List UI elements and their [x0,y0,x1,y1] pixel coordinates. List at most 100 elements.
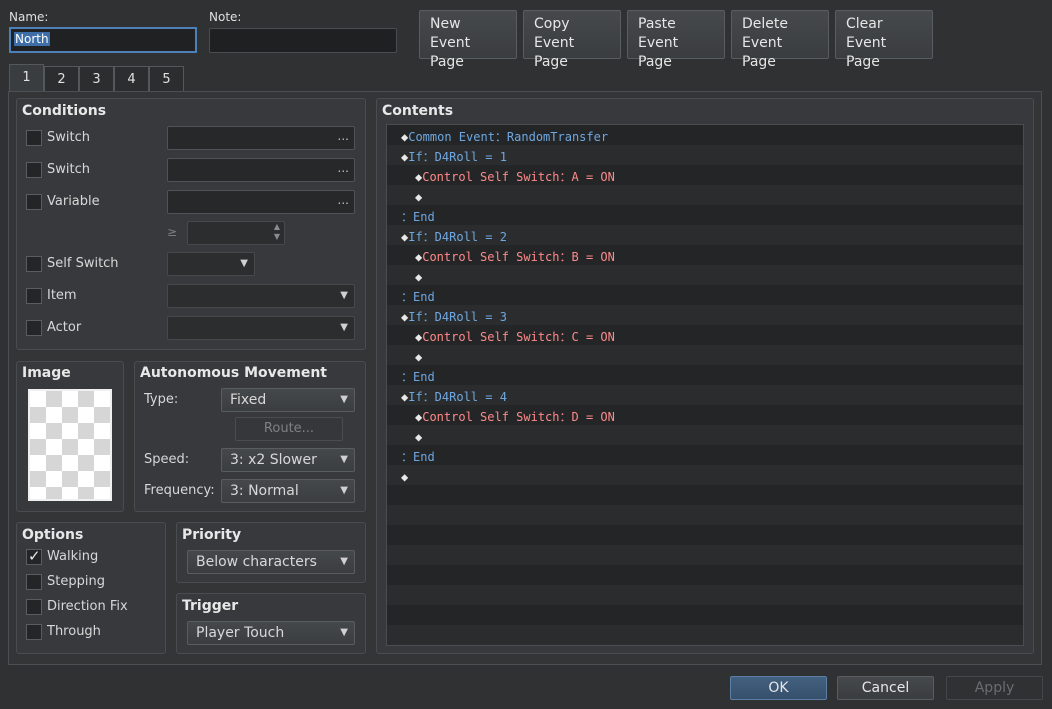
item-select[interactable]: ▼ [167,284,355,308]
variable-label: Variable [47,194,100,209]
command-line[interactable]: ◆Common Event：RandomTransfer [387,127,608,147]
movement-title: Autonomous Movement [140,365,327,381]
command-text: If：D4Roll = 2 [408,230,507,244]
ok-button[interactable]: OK [730,676,827,700]
command-text: Control Self Switch：C = ON [422,330,615,344]
delete-event-page-button[interactable]: Delete Event Page [731,10,829,70]
walking-label: Walking [47,549,99,564]
ge-symbol: ≥ [167,225,178,239]
apply-button[interactable]: Apply [946,676,1043,700]
dots-icon: ... [337,193,349,207]
command-text: If：D4Roll = 1 [408,150,507,164]
item-checkbox[interactable] [26,288,42,304]
note-input[interactable] [209,28,397,53]
copy-event-page-button[interactable]: Copy Event Page [523,10,621,70]
cancel-button[interactable]: Cancel [837,676,934,700]
chevron-down-icon: ▼ [340,556,348,567]
command-line[interactable]: ：End [387,287,435,307]
command-line[interactable]: ◆ [387,467,408,487]
tab-4[interactable]: 4 [114,66,149,92]
trigger-title: Trigger [182,598,239,614]
route-button[interactable]: Route... [235,417,343,441]
command-text: End [413,370,435,384]
switch2-checkbox[interactable] [26,162,42,178]
command-line[interactable]: ◆Control Self Switch：A = ON [387,167,615,187]
through-label: Through [47,624,101,639]
tab-3[interactable]: 3 [79,66,114,92]
switch1-label: Switch [47,130,90,145]
command-line[interactable]: ：End [387,447,435,467]
command-text: End [413,210,435,224]
name-label: Name: [9,10,49,24]
type-label: Type: [144,392,179,407]
spinner-arrows-icon: ▲ ▼ [273,222,280,241]
command-line[interactable]: ◆Control Self Switch：D = ON [387,407,615,427]
chevron-down-icon: ▼ [340,394,348,405]
through-checkbox[interactable] [26,624,42,640]
switch2-label: Switch [47,162,90,177]
tab-1[interactable]: 1 [9,64,44,92]
movement-type-select[interactable]: Fixed ▼ [221,388,355,412]
command-line[interactable]: ：End [387,207,435,227]
command-line[interactable]: ◆Control Self Switch：C = ON [387,327,615,347]
dots-icon: ... [337,129,349,143]
new-event-page-button[interactable]: New Event Page [419,10,517,70]
command-text: If：D4Roll = 3 [408,310,507,324]
command-line[interactable]: ◆ [387,347,422,367]
clear-event-page-button[interactable]: Clear Event Page [835,10,933,70]
command-text: Control Self Switch：D = ON [422,410,615,424]
event-command-list[interactable]: ◆Common Event：RandomTransfer ◆If：D4Roll =… [386,124,1024,646]
actor-select[interactable]: ▼ [167,316,355,340]
stepping-label: Stepping [47,574,105,589]
switch2-picker[interactable]: ... [167,158,355,182]
chevron-down-icon: ▼ [340,627,348,638]
event-image-preview[interactable] [28,389,112,501]
contents-title: Contents [382,103,454,119]
dots-icon: ... [337,161,349,175]
note-label: Note: [209,10,242,24]
chevron-down-icon: ▼ [340,454,348,465]
command-line[interactable]: ◆If：D4Roll = 2 [387,227,507,247]
priority-select[interactable]: Below characters ▼ [187,550,355,574]
actor-label: Actor [47,320,82,335]
command-line[interactable]: ◆ [387,187,422,207]
variable-checkbox[interactable] [26,194,42,210]
command-line[interactable]: ◆If：D4Roll = 1 [387,147,507,167]
self-switch-select[interactable]: ▼ [167,252,255,276]
command-line[interactable]: ◆ [387,427,422,447]
variable-value-spinner[interactable]: ▲ ▼ [187,221,285,245]
name-input[interactable]: North [9,27,197,53]
actor-checkbox[interactable] [26,320,42,336]
command-line[interactable]: ：End [387,367,435,387]
image-title: Image [22,365,71,381]
command-text: End [413,290,435,304]
tab-5[interactable]: 5 [149,66,184,92]
walking-checkbox[interactable] [26,547,42,565]
command-text: Control Self Switch：A = ON [422,170,615,184]
self-switch-checkbox[interactable] [26,256,42,272]
paste-event-page-button[interactable]: Paste Event Page [627,10,725,70]
frequency-label: Frequency: [144,483,215,498]
end-marker: ： [401,210,414,224]
command-line[interactable]: ◆Control Self Switch：B = ON [387,247,615,267]
speed-label: Speed: [144,452,190,467]
trigger-select[interactable]: Player Touch ▼ [187,621,355,645]
diamond-marker-icon: ◆ [415,350,423,364]
conditions-title: Conditions [22,103,107,119]
diamond-marker-icon: ◆ [401,470,409,484]
command-line[interactable]: ◆If：D4Roll = 4 [387,387,507,407]
item-label: Item [47,288,77,303]
switch1-picker[interactable]: ... [167,126,355,150]
direction-fix-checkbox[interactable] [26,599,42,615]
name-value: North [14,32,50,46]
command-line[interactable]: ◆If：D4Roll = 3 [387,307,507,327]
switch1-checkbox[interactable] [26,130,42,146]
variable-picker[interactable]: ... [167,190,355,214]
tab-2[interactable]: 2 [44,66,79,92]
speed-select[interactable]: 3: x2 Slower ▼ [221,448,355,472]
command-line[interactable]: ◆ [387,267,422,287]
options-title: Options [22,527,84,543]
frequency-select[interactable]: 3: Normal ▼ [221,479,355,503]
stepping-checkbox[interactable] [26,574,42,590]
chevron-down-icon: ▼ [240,258,248,269]
